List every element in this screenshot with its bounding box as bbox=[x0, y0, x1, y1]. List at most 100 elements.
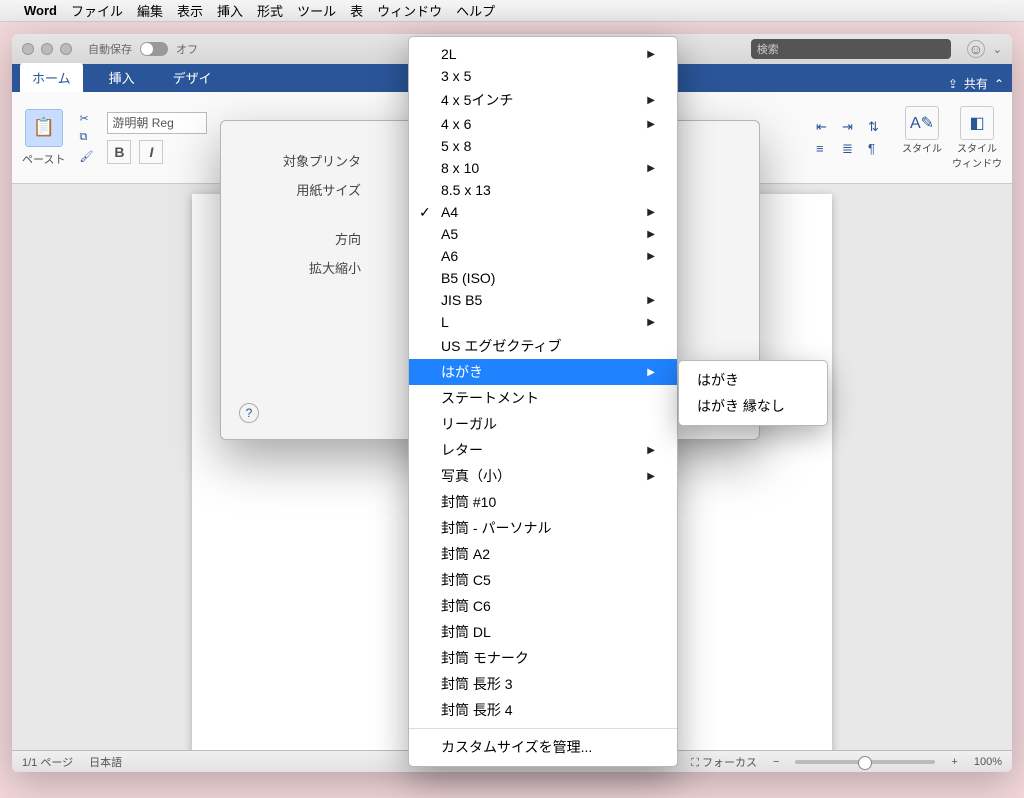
menu-tools[interactable]: ツール bbox=[297, 1, 336, 20]
paper-size-item[interactable]: 5 x 8 bbox=[409, 135, 677, 157]
autosave-toggle[interactable] bbox=[140, 42, 168, 56]
menu-file[interactable]: ファイル bbox=[71, 1, 123, 20]
zoom-slider[interactable] bbox=[795, 760, 935, 764]
manage-custom-sizes[interactable]: カスタムサイズを管理... bbox=[409, 734, 677, 760]
submenu-arrow-icon: ▶ bbox=[647, 317, 655, 328]
orientation-label: 方向 bbox=[241, 229, 361, 248]
paper-size-item[interactable]: 封筒 DL bbox=[409, 619, 677, 645]
paper-size-item[interactable]: 3 x 5 bbox=[409, 65, 677, 87]
styles-pane-icon: ◧ bbox=[960, 106, 994, 140]
cut-icon[interactable]: ✂ bbox=[79, 112, 93, 125]
menu-edit[interactable]: 編集 bbox=[137, 1, 163, 20]
tab-insert[interactable]: 挿入 bbox=[97, 63, 147, 92]
paper-size-item[interactable]: 封筒 - パーソナル bbox=[409, 515, 677, 541]
mac-menubar: Word ファイル 編集 表示 挿入 形式 ツール 表 ウィンドウ ヘルプ bbox=[0, 0, 1024, 22]
paper-size-item[interactable]: A5▶ bbox=[409, 223, 677, 245]
bold-button[interactable]: B bbox=[107, 140, 131, 164]
close-button[interactable] bbox=[22, 43, 34, 55]
paper-size-item[interactable]: A4▶ bbox=[409, 201, 677, 223]
submenu-arrow-icon: ▶ bbox=[647, 471, 655, 482]
paper-size-item[interactable]: はがき▶ bbox=[409, 359, 677, 385]
paste-group[interactable]: 📋 ペースト bbox=[22, 109, 65, 167]
paper-size-item[interactable]: A6▶ bbox=[409, 245, 677, 267]
menu-format[interactable]: 形式 bbox=[257, 1, 283, 20]
search-input[interactable]: 検索 bbox=[751, 39, 951, 59]
submenu-arrow-icon: ▶ bbox=[647, 295, 655, 306]
help-button[interactable]: ? bbox=[239, 403, 259, 423]
focus-mode-button[interactable]: ⛶ フォーカス bbox=[691, 754, 757, 770]
submenu-arrow-icon: ▶ bbox=[647, 163, 655, 174]
paper-size-submenu: はがき はがき 縁なし bbox=[678, 360, 828, 426]
language-status[interactable]: 日本語 bbox=[89, 754, 122, 770]
submenu-arrow-icon: ▶ bbox=[647, 95, 655, 106]
menu-view[interactable]: 表示 bbox=[177, 1, 203, 20]
paper-size-item[interactable]: 封筒 C5 bbox=[409, 567, 677, 593]
paper-size-item[interactable]: レター▶ bbox=[409, 437, 677, 463]
submenu-arrow-icon: ▶ bbox=[647, 251, 655, 262]
indent-increase-icon[interactable]: ⇥ bbox=[842, 119, 862, 135]
paper-size-item[interactable]: B5 (ISO) bbox=[409, 267, 677, 289]
line-spacing-icon[interactable]: ≣ bbox=[842, 141, 862, 157]
submenu-item-hagaki-borderless[interactable]: はがき 縁なし bbox=[679, 393, 827, 419]
chevron-down-icon[interactable]: ⌄ bbox=[993, 43, 1002, 56]
zoom-in-button[interactable]: + bbox=[951, 756, 957, 768]
paper-size-item[interactable]: 8 x 10▶ bbox=[409, 157, 677, 179]
show-marks-icon[interactable]: ¶ bbox=[868, 141, 888, 157]
feedback-button[interactable]: ☺ bbox=[967, 40, 985, 58]
copy-icon[interactable]: ⧉ bbox=[79, 131, 93, 144]
window-controls[interactable] bbox=[22, 43, 72, 55]
format-painter-icon[interactable]: 🖌 bbox=[79, 150, 93, 163]
sort-icon[interactable]: ⇅ bbox=[868, 119, 888, 135]
menu-insert[interactable]: 挿入 bbox=[217, 1, 243, 20]
paper-size-item[interactable]: ステートメント bbox=[409, 385, 677, 411]
paper-size-item[interactable]: リーガル bbox=[409, 411, 677, 437]
zoom-percent[interactable]: 100% bbox=[974, 756, 1002, 768]
paper-size-item[interactable]: 封筒 C6 bbox=[409, 593, 677, 619]
submenu-arrow-icon: ▶ bbox=[647, 49, 655, 60]
paragraph-icons: ⇤ ⇥ ⇅ ≡ ≣ ¶ bbox=[816, 119, 888, 157]
paper-size-item[interactable]: 2L▶ bbox=[409, 43, 677, 65]
share-button[interactable]: ⇪ 共有 ⌃ bbox=[948, 75, 1004, 92]
app-menu[interactable]: Word bbox=[24, 3, 57, 18]
submenu-arrow-icon: ▶ bbox=[647, 119, 655, 130]
paper-size-item[interactable]: 封筒 長形 3 bbox=[409, 671, 677, 697]
indent-decrease-icon[interactable]: ⇤ bbox=[816, 119, 836, 135]
submenu-arrow-icon: ▶ bbox=[647, 367, 655, 378]
menu-help[interactable]: ヘルプ bbox=[456, 1, 495, 20]
printer-label: 対象プリンタ bbox=[241, 151, 361, 170]
minimize-button[interactable] bbox=[41, 43, 53, 55]
italic-button[interactable]: I bbox=[139, 140, 163, 164]
menu-table[interactable]: 表 bbox=[350, 1, 363, 20]
styles-pane-button[interactable]: ◧ スタイル ウィンドウ bbox=[952, 106, 1002, 170]
tab-design[interactable]: デザイ bbox=[161, 63, 224, 92]
zoom-out-button[interactable]: − bbox=[773, 756, 779, 768]
paper-size-item[interactable]: 8.5 x 13 bbox=[409, 179, 677, 201]
font-name-select[interactable]: 游明朝 Reg bbox=[107, 112, 207, 134]
menu-window[interactable]: ウィンドウ bbox=[377, 1, 442, 20]
page-counter[interactable]: 1/1 ページ bbox=[22, 754, 73, 770]
scale-label: 拡大縮小 bbox=[241, 258, 361, 277]
paper-size-label: 用紙サイズ bbox=[241, 180, 361, 199]
align-left-icon[interactable]: ≡ bbox=[816, 141, 836, 157]
paper-size-item[interactable]: 4 x 6▶ bbox=[409, 113, 677, 135]
paper-size-item[interactable]: 封筒 A2 bbox=[409, 541, 677, 567]
submenu-item-hagaki[interactable]: はがき bbox=[679, 367, 827, 393]
zoom-button[interactable] bbox=[60, 43, 72, 55]
paper-size-item[interactable]: JIS B5▶ bbox=[409, 289, 677, 311]
collapse-ribbon-icon[interactable]: ⌃ bbox=[994, 77, 1004, 91]
share-icon: ⇪ bbox=[948, 77, 958, 91]
paper-size-item[interactable]: 封筒 #10 bbox=[409, 489, 677, 515]
paper-size-item[interactable]: 封筒 モナーク bbox=[409, 645, 677, 671]
submenu-arrow-icon: ▶ bbox=[647, 207, 655, 218]
cut-copy-column: ✂ ⧉ 🖌 bbox=[79, 112, 93, 163]
paper-size-item[interactable]: 4 x 5インチ▶ bbox=[409, 87, 677, 113]
submenu-arrow-icon: ▶ bbox=[647, 445, 655, 456]
tab-home[interactable]: ホーム bbox=[20, 63, 83, 92]
autosave-state: オフ bbox=[176, 41, 198, 57]
paper-size-item[interactable]: 写真（小）▶ bbox=[409, 463, 677, 489]
paper-size-menu: 2L▶3 x 54 x 5インチ▶4 x 6▶5 x 88 x 10▶8.5 x… bbox=[408, 36, 678, 767]
paper-size-item[interactable]: US エグゼクティブ bbox=[409, 333, 677, 359]
styles-button[interactable]: A✎ スタイル bbox=[902, 106, 942, 170]
paper-size-item[interactable]: 封筒 長形 4 bbox=[409, 697, 677, 723]
paper-size-item[interactable]: L▶ bbox=[409, 311, 677, 333]
